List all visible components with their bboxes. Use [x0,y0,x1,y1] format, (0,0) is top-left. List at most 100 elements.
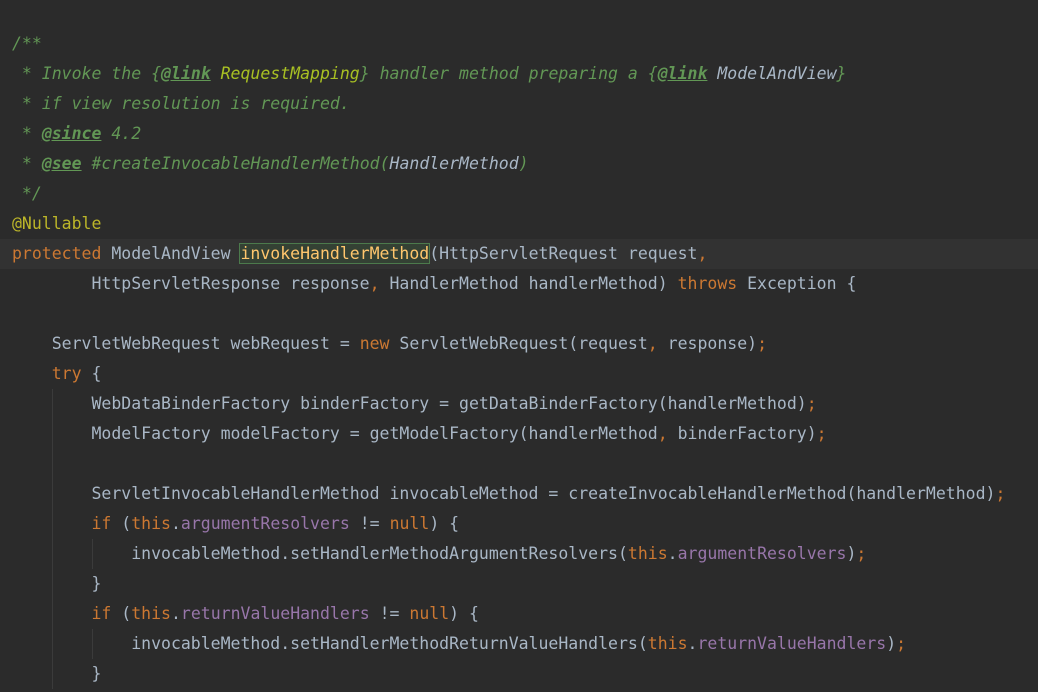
code-line-21: invocableMethod.setHandlerMethodReturnVa… [0,629,1038,659]
statement-text[interactable]: ServletWebRequest(request [390,334,647,353]
doc-brace: } [359,64,370,83]
keyword-this: this [131,604,171,623]
doc-link-tag[interactable]: @link [658,64,708,83]
field-argument-resolvers[interactable]: argumentResolvers [181,514,350,533]
doc-see-tag: @see [41,154,82,173]
field-return-value-handlers[interactable]: returnValueHandlers [697,634,886,653]
keyword-throws: throws [677,274,738,293]
doc-since-version: 4.2 [101,124,142,143]
return-type[interactable]: ModelAndView [101,244,240,263]
statement-text[interactable]: ServletWebRequest webRequest = [12,334,360,353]
semicolon: ; [896,634,907,653]
semicolon: ; [757,334,767,353]
indent-guide [52,389,53,419]
method-params[interactable]: (HttpServletRequest request [429,244,697,263]
doc-text: * Invoke the [12,64,152,83]
keyword-this: this [647,634,688,653]
comma: , [657,424,668,443]
statement-text[interactable]: ServletInvocableHandlerMethod invocableM… [12,484,995,503]
operator: != [349,514,390,533]
code-line-6: */ [0,179,1038,209]
open-brace: ) { [429,514,460,533]
doc-text: * [12,154,42,173]
keyword-try: try [51,364,82,383]
keyword-this: this [627,544,668,563]
statement-text[interactable]: binderFactory) [668,424,817,443]
code-line-14: ModelFactory modelFactory = getModelFact… [0,419,1038,449]
open-brace: ) { [449,604,479,623]
statement-text[interactable]: invocableMethod.setHandlerMethodReturnVa… [12,634,648,653]
open-brace: { [81,364,102,383]
comma: , [697,244,708,263]
code-line-19: } [0,569,1038,599]
code-line-2: * Invoke the {@link RequestMapping} hand… [0,59,1038,89]
exception-type[interactable]: Exception { [737,274,856,293]
code-line-7: @Nullable [0,209,1038,239]
indent-guide [92,629,93,659]
paren: ) [886,634,897,653]
indent-guide [52,599,53,629]
code-line-3: * if view resolution is required. [0,89,1038,119]
code-line-16: ServletInvocableHandlerMethod invocableM… [0,479,1038,509]
code-line-15 [0,449,1038,479]
code-line-11: ServletWebRequest webRequest = new Servl… [0,329,1038,359]
doc-text: ) [518,154,529,173]
doc-text: handler method preparing a [369,64,648,83]
doc-text: * [12,124,42,143]
keyword-null: null [389,514,430,533]
code-line-22: } [0,659,1038,689]
code-editor[interactable]: /** * Invoke the {@link RequestMapping} … [0,0,1038,692]
code-line-9: HttpServletResponse response, HandlerMet… [0,269,1038,299]
doc-link-reference[interactable]: RequestMapping [211,64,360,83]
keyword-if: if [91,604,112,623]
paren: ( [111,604,132,623]
doc-text: * if view resolution is required. [12,94,350,113]
doc-brace: { [151,64,162,83]
keyword-null: null [409,604,450,623]
method-params[interactable]: HandlerMethod handlerMethod) [380,274,678,293]
doc-brace: } [836,64,847,83]
keyword-if: if [91,514,112,533]
field-return-value-handlers[interactable]: returnValueHandlers [181,604,370,623]
code-line-8: protected ModelAndView invokeHandlerMeth… [0,239,1038,269]
statement-text[interactable]: invocableMethod.setHandlerMethodArgument… [12,544,628,563]
dot: . [170,604,181,623]
indent-guide [92,539,93,569]
paren: ) [846,544,857,563]
field-argument-resolvers[interactable]: argumentResolvers [678,544,847,563]
indent-guide [52,509,53,539]
indent-guide [52,449,53,479]
code-line-1: /** [0,29,1038,59]
doc-see-reference[interactable]: #createInvocableHandlerMethod( [82,154,389,173]
statement-text[interactable]: WebDataBinderFactory binderFactory = get… [12,394,806,413]
semicolon: ; [995,484,1006,503]
doc-since-tag: @since [41,124,102,143]
code-area[interactable]: /** * Invoke the {@link RequestMapping} … [0,29,1038,689]
dot: . [170,514,181,533]
dot: . [687,634,698,653]
keyword-new: new [359,334,390,353]
doc-see-param-type[interactable]: HandlerMethod [390,154,519,173]
close-brace: } [12,574,102,593]
indent-guide [52,659,53,689]
code-line-13: WebDataBinderFactory binderFactory = get… [0,389,1038,419]
statement-text[interactable]: response) [658,334,757,353]
method-params[interactable]: HttpServletResponse response [12,274,369,293]
comma: , [647,334,658,353]
semicolon: ; [806,394,817,413]
comma: , [369,274,380,293]
nullable-annotation[interactable]: @Nullable [12,214,101,233]
doc-comment-end: */ [12,184,42,203]
semicolon: ; [856,544,867,563]
doc-link-reference[interactable]: ModelAndView [707,64,836,83]
statement-text[interactable]: ModelFactory modelFactory = getModelFact… [12,424,657,443]
doc-link-tag[interactable]: @link [161,64,211,83]
method-name-highlighted[interactable]: invokeHandlerMethod [239,243,431,264]
keyword-this: this [131,514,171,533]
paren: ( [111,514,132,533]
semicolon: ; [816,424,827,443]
code-line-20: if (this.returnValueHandlers != null) { [0,599,1038,629]
code-line-4: * @since 4.2 [0,119,1038,149]
